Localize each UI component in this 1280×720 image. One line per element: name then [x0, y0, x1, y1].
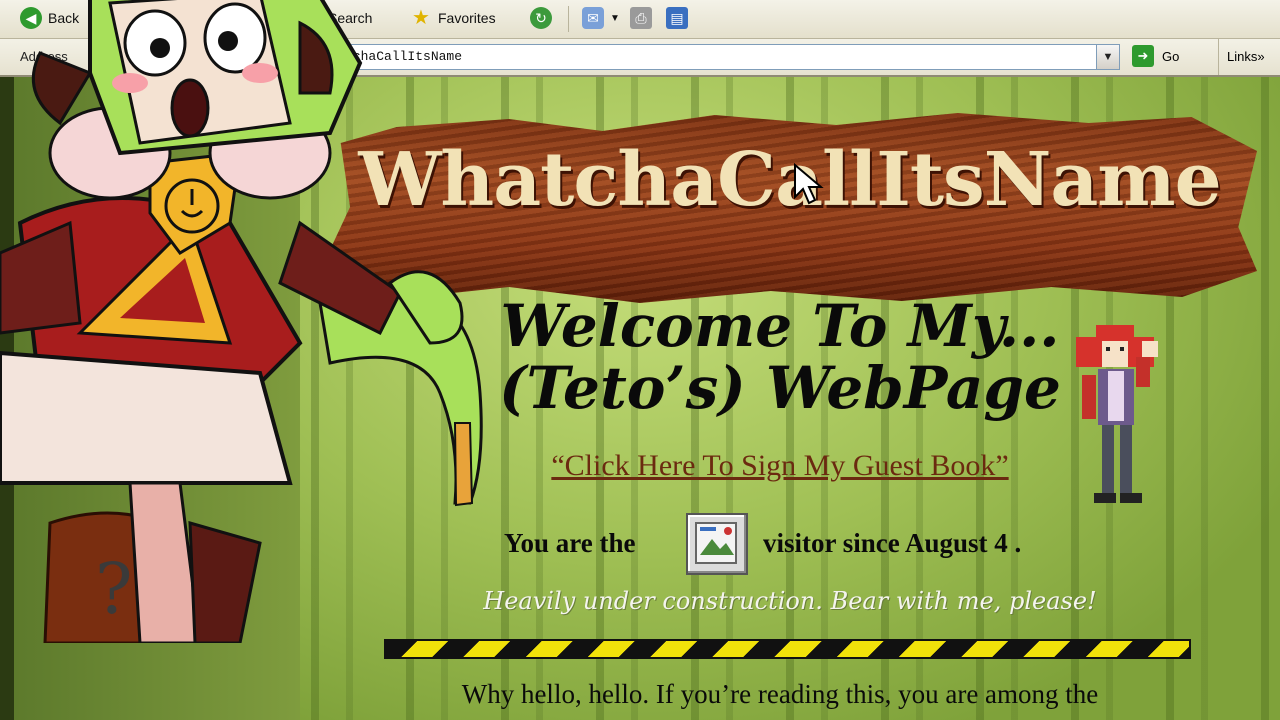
mail-icon: ✉ — [582, 7, 604, 29]
visitor-suffix: visitor since August 4 . — [763, 528, 1022, 558]
go-label: Go — [1162, 48, 1180, 64]
mouse-cursor-icon — [794, 163, 824, 205]
edit-icon: ▤ — [666, 7, 688, 29]
visitor-prefix: You are the — [504, 528, 636, 558]
guestbook-link[interactable]: “Click Here To Sign My Guest Book” — [500, 449, 1060, 483]
welcome-line-2: (Teto’s) WebPage — [499, 354, 1061, 422]
mail-button[interactable]: ✉ ▼ — [582, 4, 620, 32]
svg-text:?: ? — [95, 548, 133, 630]
links-button[interactable]: Links» — [1218, 39, 1265, 75]
print-button[interactable]: ⎙ — [630, 4, 658, 32]
address-dropdown-button[interactable]: ▼ — [1096, 45, 1119, 69]
go-button[interactable]: ➜ Go — [1132, 45, 1179, 67]
intro-paragraph: Why hello, hello. If you’re reading this… — [461, 679, 1099, 709]
history-icon: ↻ — [530, 7, 552, 29]
construction-note: Heavily under construction. Bear with me… — [483, 587, 1097, 615]
toolbar-separator — [568, 6, 569, 32]
links-label: Links — [1227, 49, 1258, 64]
history-button[interactable]: ↻ — [530, 4, 558, 32]
pixel-character-sprite — [1076, 325, 1158, 503]
visitor-counter-line: You are the visitor since August 4 . — [500, 510, 1100, 575]
welcome-heading: Welcome To My... (Teto’s) WebPage — [460, 295, 1100, 419]
edit-button[interactable]: ▤ — [666, 4, 694, 32]
welcome-line-1: Welcome To My... — [500, 292, 1060, 360]
broken-image-icon — [686, 513, 748, 575]
construction-stripe-divider — [384, 639, 1191, 659]
chevron-down-icon: ▼ — [610, 12, 620, 24]
go-arrow-icon: ➜ — [1132, 45, 1154, 67]
print-icon: ⎙ — [630, 7, 652, 29]
cartoon-mascot-illustration: ? — [0, 0, 483, 643]
